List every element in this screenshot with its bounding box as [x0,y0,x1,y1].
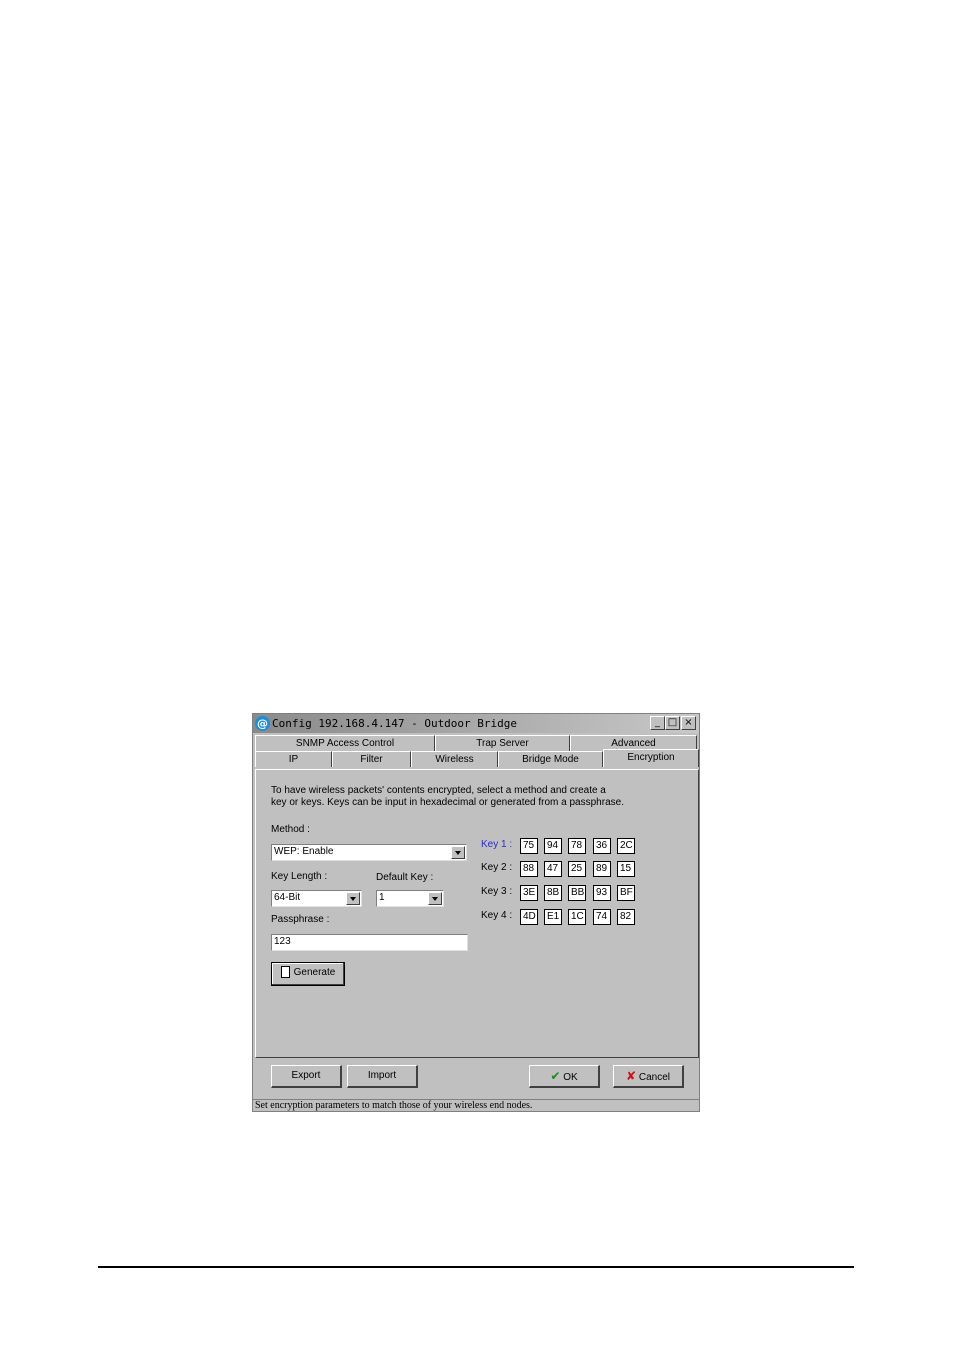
generate-button[interactable]: Generate [271,962,345,986]
tab-ip[interactable]: IP [255,751,332,767]
key-length-dropdown[interactable]: 64-Bit [271,890,362,907]
key-4-byte-4[interactable]: 74 [593,909,611,925]
key-length-label: Key Length : [271,871,328,882]
key-1-label: Key 1 : [481,839,513,850]
config-window: @ Config 192.168.4.147 - Outdoor Bridge … [252,713,700,1112]
close-x-icon: ✘ [626,1069,637,1083]
window-title: Config 192.168.4.147 - Outdoor Bridge [272,717,518,730]
key-2-byte-1[interactable]: 88 [520,861,538,877]
tab-wireless[interactable]: Wireless [411,751,498,767]
default-key-label: Default Key : [376,872,434,883]
key-1-byte-3[interactable]: 78 [568,838,586,854]
checkmark-icon: ✔ [550,1069,561,1083]
description-line-2: key or keys. Keys can be input in hexade… [271,797,624,808]
key-2-byte-2[interactable]: 47 [544,861,562,877]
app-logo-icon: @ [255,716,270,731]
key-4-byte-1[interactable]: 4D [520,909,538,925]
passphrase-label: Passphrase : [271,914,330,925]
minimize-button[interactable]: _ [650,716,665,730]
key-1-byte-2[interactable]: 94 [544,838,562,854]
tab-bridge-mode[interactable]: Bridge Mode [498,751,603,767]
key-2-byte-5[interactable]: 15 [617,861,635,877]
key-2-byte-4[interactable]: 89 [593,861,611,877]
key-4-byte-2[interactable]: E1 [544,909,562,925]
default-key-value: 1 [379,892,385,903]
page-footer-rule [98,1266,854,1268]
key-3-byte-5[interactable]: BF [617,885,635,901]
passphrase-input[interactable]: 123 [271,934,468,951]
chevron-down-icon[interactable] [451,846,465,859]
export-button[interactable]: Export [271,1065,342,1088]
key-3-byte-1[interactable]: 3E [520,885,538,901]
tab-snmp-access-control[interactable]: SNMP Access Control [255,735,435,751]
cancel-button[interactable]: ✘ Cancel [613,1065,684,1088]
chevron-down-icon[interactable] [346,892,360,905]
key-3-byte-4[interactable]: 93 [593,885,611,901]
status-bar: Set encryption parameters to match those… [253,1099,699,1111]
key-1-byte-4[interactable]: 36 [593,838,611,854]
chevron-down-icon[interactable] [428,892,442,905]
key-3-byte-2[interactable]: 8B [544,885,562,901]
tab-trap-server[interactable]: Trap Server [435,735,570,751]
calculator-icon [280,966,290,979]
default-key-dropdown[interactable]: 1 [376,890,444,907]
ok-button[interactable]: ✔ OK [529,1065,600,1088]
description-line-1: To have wireless packets' contents encry… [271,785,606,796]
key-4-byte-5[interactable]: 82 [617,909,635,925]
tab-filter[interactable]: Filter [332,751,411,767]
key-3-label: Key 3 : [481,886,513,897]
title-bar[interactable]: @ Config 192.168.4.147 - Outdoor Bridge … [253,714,699,733]
key-1-byte-5[interactable]: 2C [617,838,635,854]
key-2-label: Key 2 : [481,862,513,873]
method-dropdown[interactable]: WEP: Enable [271,844,467,861]
method-label: Method : [271,824,310,835]
tab-encryption[interactable]: Encryption [603,749,699,767]
key-length-value: 64-Bit [274,892,301,903]
generate-label: Generate [293,967,336,978]
key-2-byte-3[interactable]: 25 [568,861,586,877]
import-button[interactable]: Import [347,1065,418,1088]
close-button[interactable]: × [681,716,696,730]
key-4-label: Key 4 : [481,910,513,921]
ok-label: OK [563,1072,578,1083]
maximize-button[interactable]: □ [665,716,680,730]
key-1-byte-1[interactable]: 75 [520,838,538,854]
method-value: WEP: Enable [274,846,334,857]
key-3-byte-3[interactable]: BB [568,885,586,901]
cancel-label: Cancel [638,1072,670,1083]
key-4-byte-3[interactable]: 1C [568,909,586,925]
